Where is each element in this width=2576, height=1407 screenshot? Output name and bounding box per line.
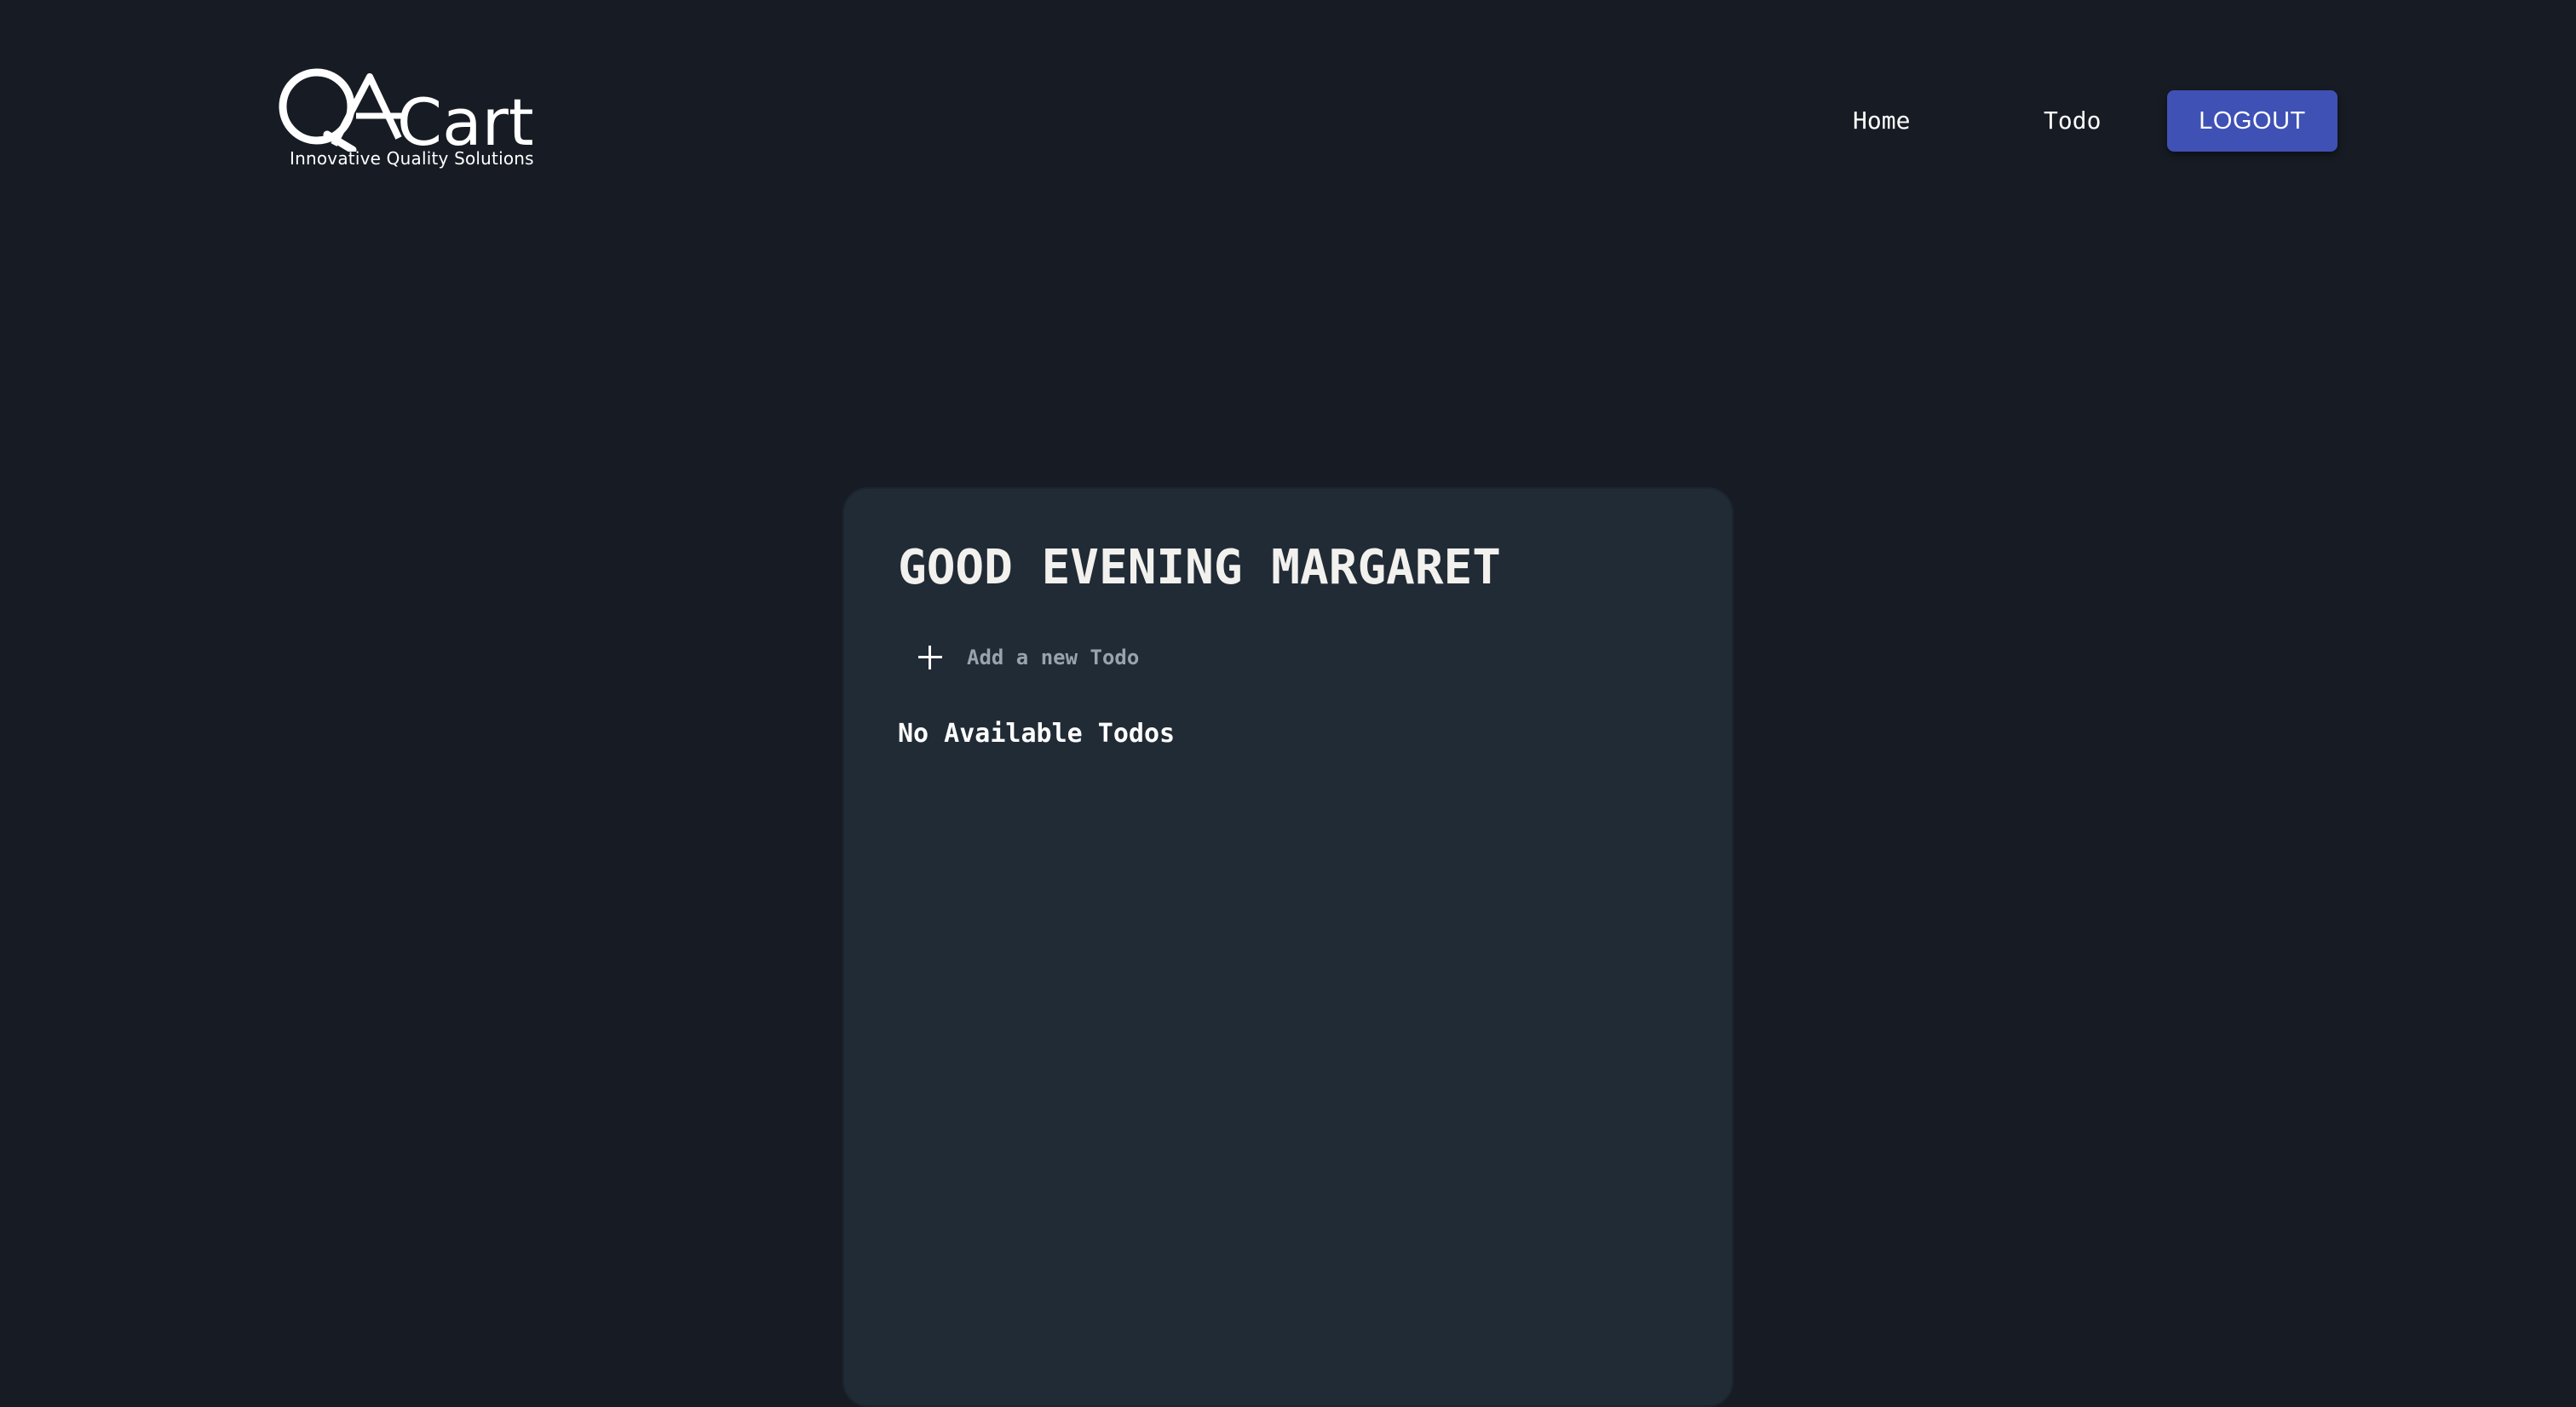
nav-home-link[interactable]: Home xyxy=(1853,106,1910,136)
qacart-logo[interactable]: Cart Innovative Quality Solutions xyxy=(274,66,538,177)
add-todo-input[interactable] xyxy=(967,646,1325,669)
plus-icon[interactable] xyxy=(918,646,942,669)
logo-mark: Cart xyxy=(279,68,534,152)
logo-brand-name: Cart xyxy=(397,84,534,152)
add-todo-row[interactable] xyxy=(918,640,1325,675)
nav-todo-link[interactable]: Todo xyxy=(2044,106,2101,136)
logout-button[interactable]: LOGOUT xyxy=(2167,90,2337,152)
empty-todos-message: No Available Todos xyxy=(898,719,1176,749)
todo-card: GOOD EVENING MARGARET No Available Todos xyxy=(842,487,1734,1407)
top-header: Cart Innovative Quality Solutions Home T… xyxy=(0,0,2576,221)
logo-tagline: Innovative Quality Solutions xyxy=(290,148,534,169)
greeting-title: GOOD EVENING MARGARET xyxy=(898,540,1502,595)
